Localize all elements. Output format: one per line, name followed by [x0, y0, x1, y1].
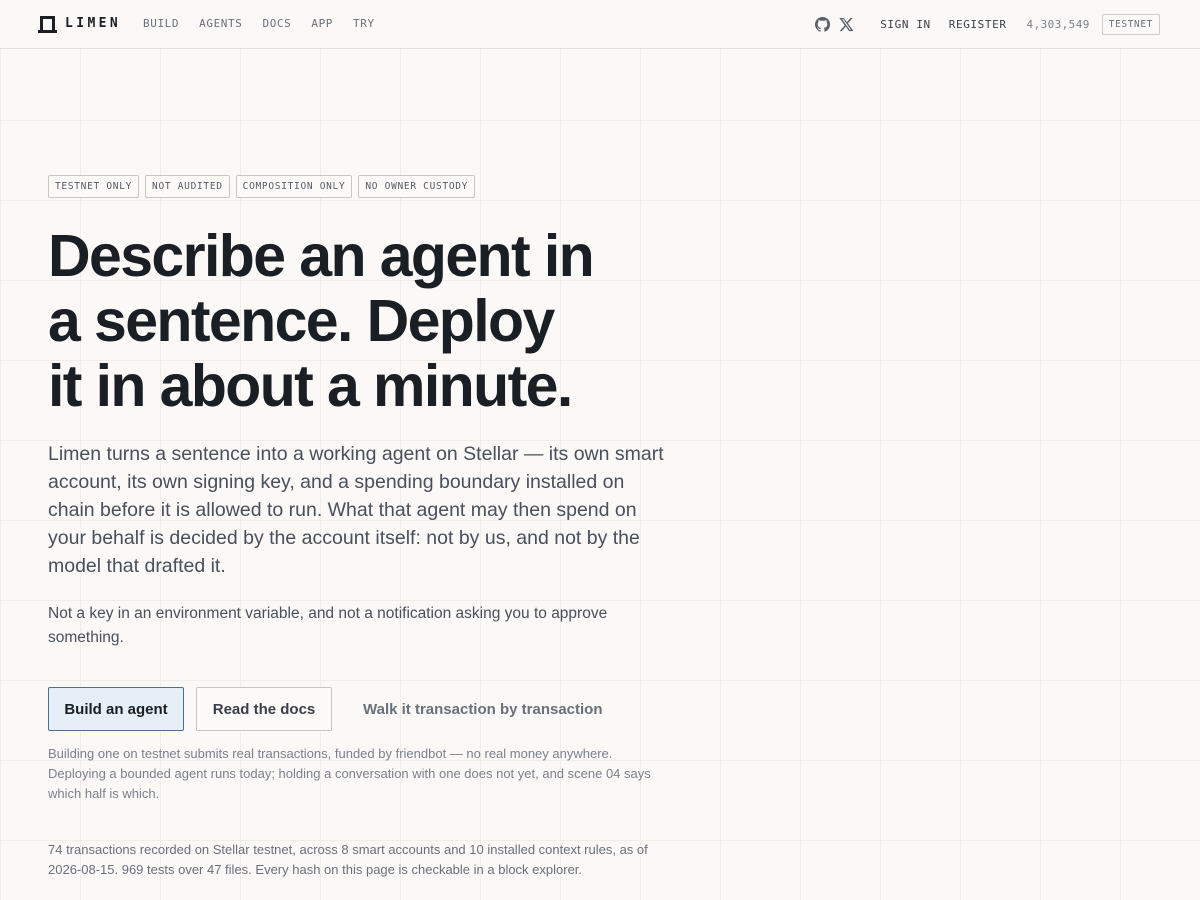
github-icon[interactable]	[814, 16, 830, 32]
fine-print: Building one on testnet submits real tra…	[48, 746, 651, 801]
tag-composition-only: COMPOSITION ONLY	[235, 175, 353, 198]
x-icon[interactable]	[838, 16, 854, 32]
hero-section: TESTNET ONLY NOT AUDITED COMPOSITION ONL…	[48, 175, 678, 880]
page-title: Describe an agent in a sentence. Deploy …	[48, 224, 648, 419]
nav-build[interactable]: BUILD	[143, 17, 179, 30]
register-link[interactable]: REGISTER	[949, 18, 1007, 31]
tag-no-owner-custody: NO OWNER CUSTODY	[358, 175, 476, 198]
lede-paragraph: Limen turns a sentence into a working ag…	[48, 443, 664, 577]
headline-line: Describe an agent in	[48, 223, 595, 289]
walkthrough-link[interactable]: Walk it transaction by transaction	[363, 701, 603, 718]
nav-agents[interactable]: AGENTS	[199, 17, 242, 30]
stats-note: 74 transactions recorded on Stellar test…	[48, 842, 648, 877]
cta-row: Build an agent Read the docs Walk it tra…	[48, 687, 678, 731]
top-bar: LIMEN BUILD AGENTS DOCS APP TRY SIGN IN …	[0, 0, 1200, 49]
header-tools: SIGN IN REGISTER 4,303,549 TESTNET	[814, 13, 1160, 35]
nav-docs[interactable]: DOCS	[262, 17, 291, 30]
headline-line: a sentence. Deploy	[48, 288, 555, 354]
disclaimer-tags: TESTNET ONLY NOT AUDITED COMPOSITION ONL…	[48, 175, 678, 198]
main-nav: BUILD AGENTS DOCS APP TRY	[143, 17, 395, 30]
limen-logo-icon	[38, 16, 57, 33]
read-docs-button[interactable]: Read the docs	[196, 687, 332, 731]
brand-logo[interactable]: LIMEN	[38, 16, 122, 33]
tag-not-audited: NOT AUDITED	[145, 175, 230, 198]
ledger-counter: 4,303,549	[1026, 17, 1090, 31]
network-badge: TESTNET	[1101, 13, 1160, 35]
tag-testnet-only: TESTNET ONLY	[48, 175, 140, 198]
sign-in-link[interactable]: SIGN IN	[880, 18, 931, 31]
build-agent-button[interactable]: Build an agent	[48, 687, 184, 731]
sub-paragraph: Not a key in an environment variable, an…	[48, 605, 608, 646]
brand-name: LIMEN	[65, 16, 122, 31]
headline-line: it in about a minute.	[48, 353, 573, 419]
nav-try[interactable]: TRY	[353, 17, 375, 30]
nav-app[interactable]: APP	[311, 17, 333, 30]
